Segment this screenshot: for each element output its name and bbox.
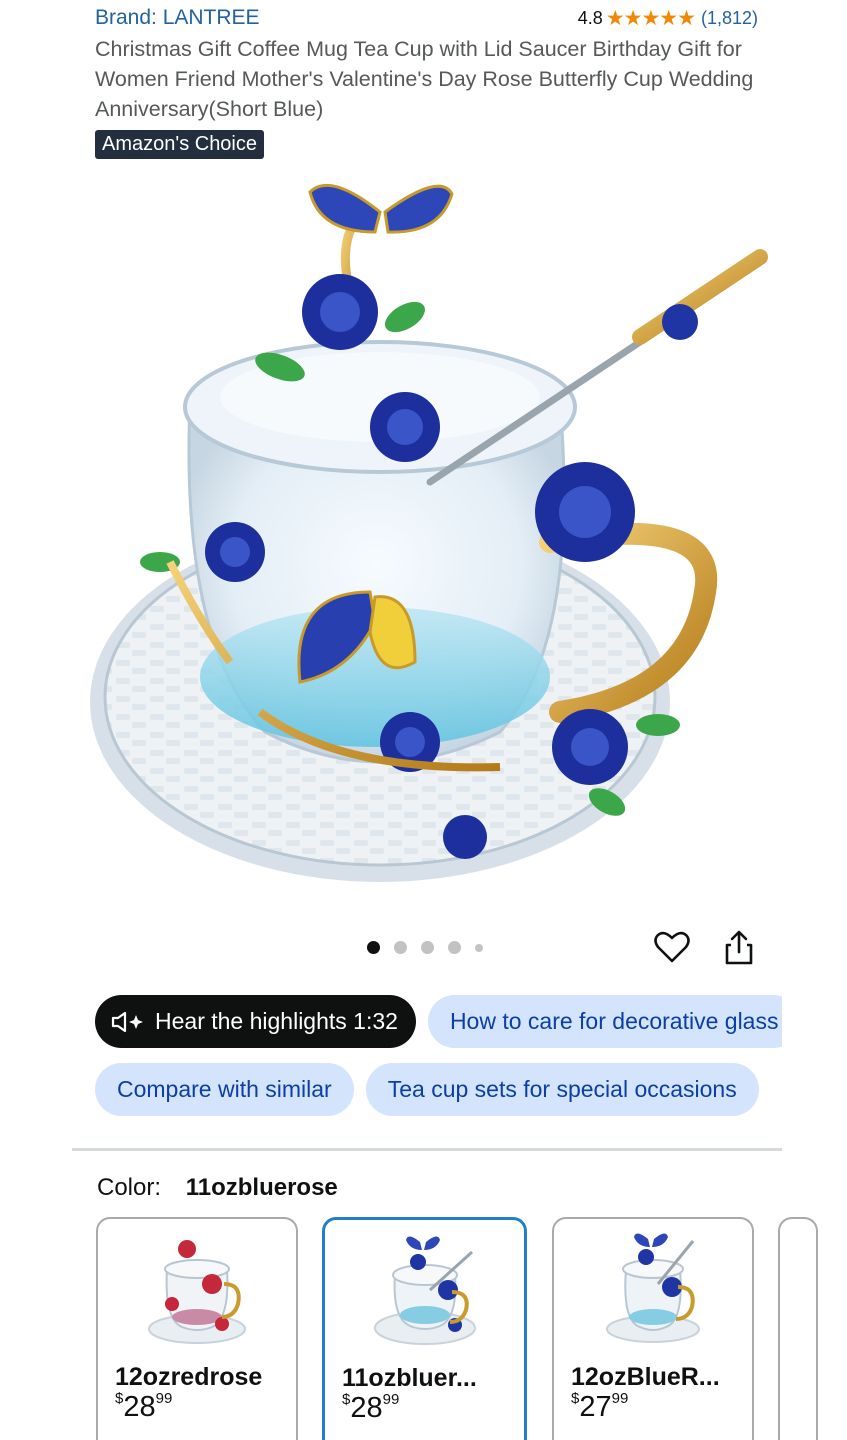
product-title: Christmas Gift Coffee Mug Tea Cup with L… (95, 37, 754, 121)
header-row: Brand: LANTREE 4.8 ★★★★★ (1,812) (95, 6, 760, 32)
compare-similar-chip[interactable]: Compare with similar (95, 1063, 354, 1116)
selected-color-value: 11ozbluerose (185, 1174, 338, 1201)
rating-count-link[interactable]: (1,812) (701, 8, 758, 29)
color-swatches: 12ozredrose $2899 11ozbluer... $2899 12o… (96, 1217, 847, 1440)
speaker-sparkle-icon (111, 1011, 145, 1033)
care-question-chip[interactable]: How to care for decorative glass (427, 995, 782, 1048)
special-occasions-chip[interactable]: Tea cup sets for special occasions (365, 1063, 759, 1116)
swatch-image (148, 1240, 246, 1344)
share-icon[interactable] (720, 928, 758, 966)
amazons-choice-badge: Amazon's Choice (95, 130, 264, 159)
star-rating-icon: ★★★★★ (605, 7, 696, 30)
swatch-image (373, 1236, 476, 1345)
section-divider (72, 1148, 782, 1151)
brand-link[interactable]: Brand: LANTREE (95, 6, 260, 30)
swatch-name: 12ozBlueR... (571, 1363, 720, 1391)
image-carousel-dots[interactable] (367, 941, 483, 954)
swatch-price: $2899 (115, 1390, 173, 1423)
color-selector-label: Color: 11ozbluerose (97, 1174, 338, 1202)
rating-summary[interactable]: 4.8 ★★★★★ (1,812) (578, 6, 758, 31)
color-option-more[interactable] (778, 1217, 818, 1440)
carousel-dot[interactable] (367, 941, 380, 954)
product-image[interactable] (80, 172, 780, 902)
swatch-price: $2799 (571, 1390, 629, 1423)
rating-value: 4.8 (577, 8, 603, 28)
heart-icon[interactable] (653, 928, 691, 966)
hear-highlights-button[interactable]: Hear the highlights 1:32 (95, 995, 416, 1048)
swatch-price: $2899 (342, 1391, 400, 1424)
hear-highlights-label: Hear the highlights 1:32 (155, 1008, 398, 1034)
color-option-12ozredrose[interactable]: 12ozredrose $2899 (96, 1217, 298, 1440)
swatch-image (606, 1233, 700, 1343)
swatch-name: 11ozbluer... (342, 1364, 477, 1392)
carousel-dot[interactable] (448, 941, 461, 954)
carousel-dot[interactable] (394, 941, 407, 954)
suggestion-chips-row-1: Hear the highlights 1:32 How to care for… (95, 995, 782, 1049)
swatch-name: 12ozredrose (115, 1363, 263, 1391)
color-label: Color: (97, 1174, 162, 1201)
carousel-dot[interactable] (421, 941, 434, 954)
color-option-11ozbluerose[interactable]: 11ozbluer... $2899 (322, 1217, 527, 1440)
color-option-12ozbluerose[interactable]: 12ozBlueR... $2799 (552, 1217, 754, 1440)
carousel-dot[interactable] (475, 943, 483, 952)
suggestion-chips-row-2: Compare with similar Tea cup sets for spe… (95, 1063, 782, 1117)
